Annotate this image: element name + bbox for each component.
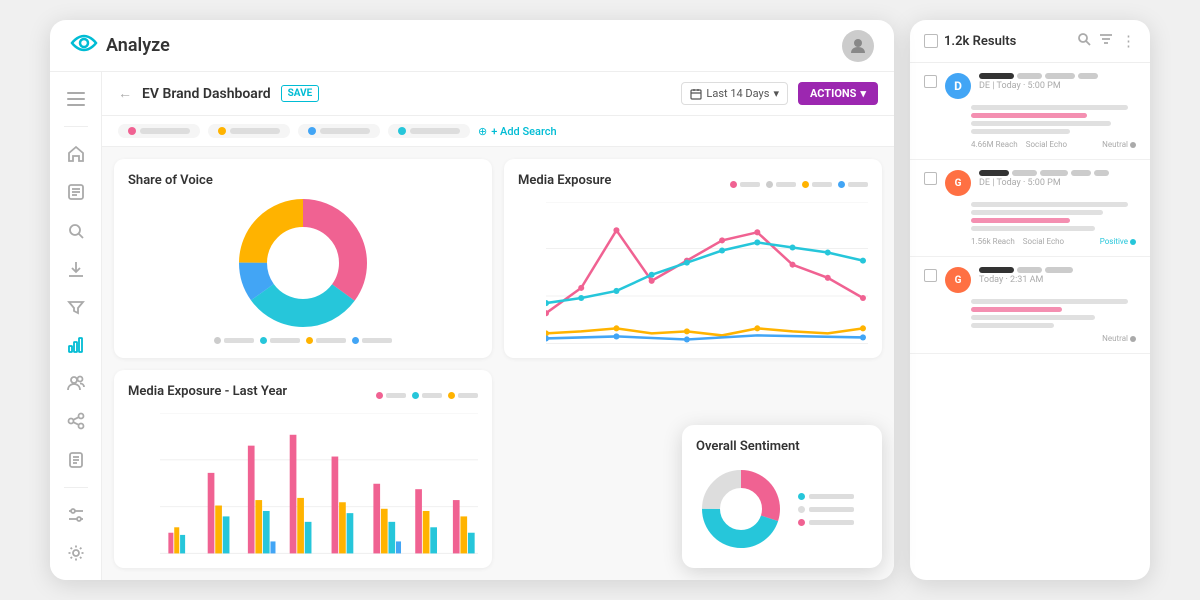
share-of-voice-title: Share of Voice xyxy=(128,173,478,188)
tag-pill-1[interactable] xyxy=(118,124,200,138)
bar-y-axis-label: Documents xyxy=(128,447,129,488)
result-title-line xyxy=(979,267,1136,273)
avatar: G xyxy=(945,267,971,293)
result-meta: Today · 2:31 AM xyxy=(979,275,1136,285)
sidebar xyxy=(50,72,102,580)
result-checkbox[interactable] xyxy=(924,172,937,185)
sidebar-item-settings-sliders[interactable] xyxy=(58,500,94,530)
sub-header: ← EV Brand Dashboard SAVE Las xyxy=(102,72,894,116)
result-text-lines xyxy=(971,202,1136,231)
sentiment-badge: Neutral xyxy=(1102,334,1136,343)
overall-sentiment-card: Overall Sentiment xyxy=(682,425,882,568)
results-count: 1.2k Results xyxy=(924,34,1016,49)
logo-area: Analyze xyxy=(70,33,170,58)
sidebar-item-analytics[interactable] xyxy=(58,330,94,360)
bar-chart: Documents 15k 10k 5k xyxy=(128,413,478,555)
app-title: Analyze xyxy=(106,35,170,56)
sidebar-item-gear[interactable] xyxy=(58,538,94,568)
date-range-picker[interactable]: Last 14 Days ▾ xyxy=(681,82,788,105)
list-item[interactable]: D DE | Today · 5:00 PM xyxy=(910,63,1150,160)
body-area: ← EV Brand Dashboard SAVE Las xyxy=(50,72,894,580)
logo-icon xyxy=(70,33,98,58)
tags-bar: ⊕ + Add Search xyxy=(102,116,894,147)
result-meta: DE | Today · 5:00 PM xyxy=(979,178,1136,188)
result-text-lines xyxy=(971,105,1136,134)
share-of-voice-legend xyxy=(128,337,478,344)
sentiment-body xyxy=(696,464,868,554)
sidebar-divider-2 xyxy=(64,487,88,488)
result-footer: 4.66M Reach Social Echo Neutral xyxy=(971,140,1136,149)
avatar: G xyxy=(945,170,971,196)
sentiment-card-title: Overall Sentiment xyxy=(696,439,868,454)
sidebar-item-download[interactable] xyxy=(58,254,94,284)
tag-pill-2[interactable] xyxy=(208,124,290,138)
result-title-line xyxy=(979,170,1136,176)
media-exposure-last-year-title: Media Exposure - Last Year xyxy=(128,384,287,399)
result-stats: 1.56k Reach Social Echo xyxy=(971,237,1064,246)
right-panel-header: 1.2k Results ⋮ xyxy=(910,20,1150,63)
sidebar-item-pages[interactable] xyxy=(58,177,94,207)
filter-icon[interactable] xyxy=(1099,32,1113,50)
sidebar-item-filter[interactable] xyxy=(58,292,94,322)
result-title-line xyxy=(979,73,1136,79)
result-item-header: D DE | Today · 5:00 PM xyxy=(924,73,1136,99)
sidebar-item-home[interactable] xyxy=(58,139,94,169)
sidebar-item-menu[interactable] xyxy=(58,84,94,114)
date-range-label: Last 14 Days xyxy=(706,87,769,100)
media-exposure-card: Media Exposure Documents xyxy=(504,159,882,358)
sentiment-badge: Positive xyxy=(1100,237,1136,246)
result-footer: 1.56k Reach Social Echo Positive xyxy=(971,237,1136,246)
sentiment-badge: Neutral xyxy=(1102,140,1136,149)
main-app-card: Analyze xyxy=(50,20,894,580)
sentiment-donut-chart xyxy=(696,464,786,554)
result-checkbox[interactable] xyxy=(924,269,937,282)
result-info: Today · 2:31 AM xyxy=(979,267,1136,285)
sidebar-item-docs[interactable] xyxy=(58,445,94,475)
result-list: D DE | Today · 5:00 PM xyxy=(910,63,1150,580)
result-info: DE | Today · 5:00 PM xyxy=(979,73,1136,91)
sidebar-divider xyxy=(64,126,88,127)
share-of-voice-card: Share of Voice xyxy=(114,159,492,358)
save-button[interactable]: SAVE xyxy=(281,85,320,102)
result-stats: 4.66M Reach Social Echo xyxy=(971,140,1067,149)
list-item[interactable]: G Today · 2:31 AM xyxy=(910,257,1150,354)
top-nav: Analyze xyxy=(50,20,894,72)
content-area: ← EV Brand Dashboard SAVE Las xyxy=(102,72,894,580)
media-exposure-title: Media Exposure xyxy=(518,173,611,188)
list-item[interactable]: G DE | Today · 5:00 PM xyxy=(910,160,1150,257)
result-item-header: G DE | Today · 5:00 PM xyxy=(924,170,1136,196)
avatar: D xyxy=(945,73,971,99)
actions-button[interactable]: ACTIONS ▾ xyxy=(798,82,878,105)
add-search-button[interactable]: ⊕ + Add Search xyxy=(478,125,557,138)
sentiment-legend xyxy=(798,493,854,526)
back-button[interactable]: ← xyxy=(118,85,132,102)
share-of-voice-chart xyxy=(128,196,478,331)
sidebar-item-users[interactable] xyxy=(58,368,94,398)
result-item-header: G Today · 2:31 AM xyxy=(924,267,1136,293)
result-info: DE | Today · 5:00 PM xyxy=(979,170,1136,188)
sub-header-right: Last 14 Days ▾ ACTIONS ▾ xyxy=(681,82,878,105)
tag-pill-3[interactable] xyxy=(298,124,380,138)
sidebar-item-search[interactable] xyxy=(58,215,94,245)
media-exposure-last-year-card: Media Exposure - Last Year Documents xyxy=(114,370,492,569)
tag-pill-4[interactable] xyxy=(388,124,470,138)
y-axis-label: Documents xyxy=(518,236,519,277)
results-text: 1.2k Results xyxy=(944,34,1016,49)
user-avatar[interactable] xyxy=(842,30,874,62)
date-range-chevron: ▾ xyxy=(773,87,779,100)
dashboard-title: EV Brand Dashboard xyxy=(142,86,271,102)
sub-header-left: ← EV Brand Dashboard SAVE xyxy=(118,85,319,102)
result-meta: DE | Today · 5:00 PM xyxy=(979,81,1136,91)
result-checkbox[interactable] xyxy=(924,75,937,88)
select-all-checkbox[interactable] xyxy=(924,34,938,48)
sidebar-item-share[interactable] xyxy=(58,406,94,436)
donut-chart xyxy=(233,196,373,331)
more-icon[interactable]: ⋮ xyxy=(1121,32,1136,50)
result-footer: Neutral xyxy=(971,334,1136,343)
media-exposure-chart: Documents 750 500 250 xyxy=(518,202,868,344)
result-text-lines xyxy=(971,299,1136,328)
search-icon[interactable] xyxy=(1077,32,1091,50)
right-panel: 1.2k Results ⋮ xyxy=(910,20,1150,580)
panel-icons: ⋮ xyxy=(1077,32,1136,50)
